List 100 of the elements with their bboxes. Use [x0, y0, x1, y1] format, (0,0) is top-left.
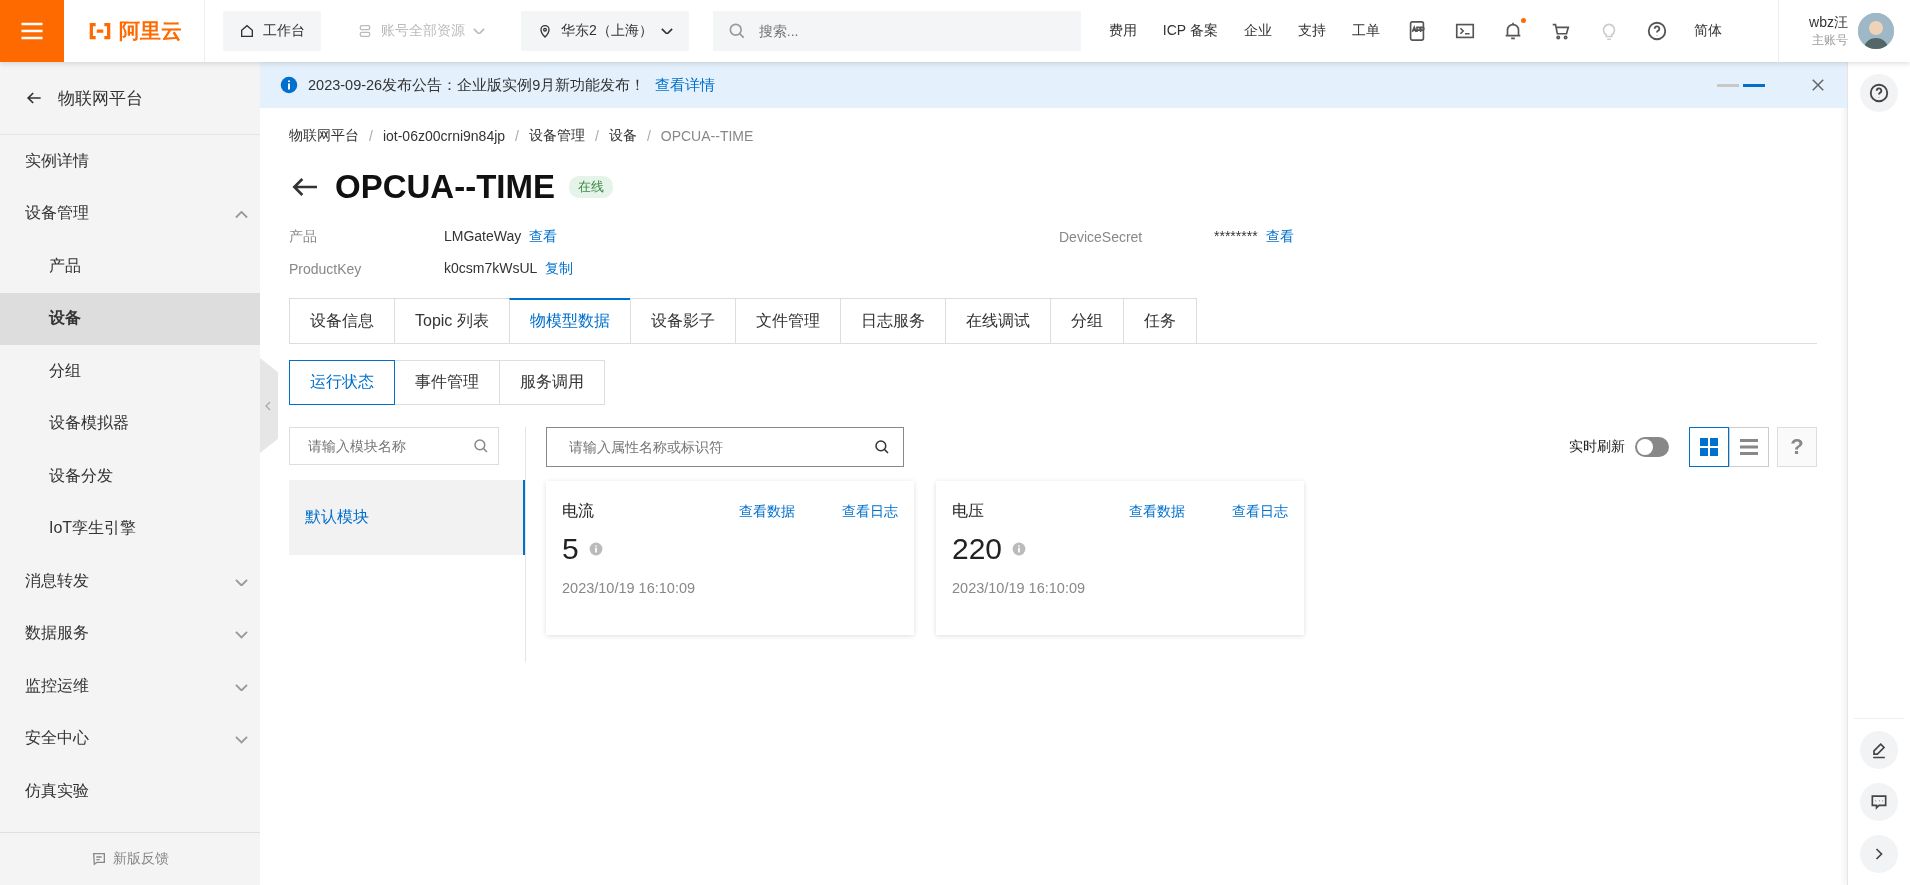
chevron-up-icon [235, 211, 248, 219]
search-field[interactable]: 搜索... [712, 11, 1081, 51]
view-log-link[interactable]: 查看日志 [842, 502, 898, 521]
sub-tab[interactable]: 事件管理 [394, 360, 500, 405]
breadcrumb-link[interactable]: 设备管理 [529, 127, 585, 145]
sidebar-item[interactable]: 实例详情 [0, 135, 260, 188]
sidebar-item[interactable]: 数据服务 [0, 607, 260, 660]
nav-button[interactable]: 华东2（上海） [521, 11, 689, 51]
grid-icon [1699, 437, 1719, 457]
grid-view-button[interactable] [1689, 427, 1729, 467]
menu-button[interactable] [0, 0, 64, 62]
edit-icon[interactable] [1860, 731, 1898, 769]
breadcrumb-link[interactable]: OPCUA--TIME [660, 128, 754, 144]
chevron-down-icon [660, 27, 673, 35]
field-value: LMGateWay [444, 228, 522, 246]
top-link[interactable]: 企业 [1243, 22, 1272, 40]
view-data-link[interactable]: 查看数据 [1129, 502, 1185, 521]
notice-link[interactable]: 查看详情 [655, 75, 716, 95]
sidebar-item[interactable]: 消息转发 [0, 555, 260, 608]
breadcrumb-separator: / [515, 128, 519, 144]
help-icon [1868, 82, 1890, 104]
field-link[interactable]: 查看 [1265, 228, 1294, 246]
language-link[interactable]: 简体 [1693, 22, 1722, 40]
sub-tab[interactable]: 运行状态 [289, 360, 395, 405]
sidebar-item[interactable]: 产品 [0, 240, 260, 293]
page-indicator[interactable] [1743, 83, 1765, 87]
search-icon [472, 437, 490, 455]
field-link[interactable]: 查看 [529, 228, 558, 246]
tab[interactable]: 任务 [1122, 298, 1197, 343]
top-link[interactable]: 支持 [1297, 22, 1326, 40]
nav-button[interactable]: 工作台 [223, 11, 321, 51]
property-search-field[interactable]: 请输入属性名称或标识符 [546, 427, 904, 467]
chevron-down-icon [235, 683, 248, 692]
server-icon [357, 23, 373, 39]
property-name: 电流 [562, 501, 595, 521]
property-timestamp: 2023/10/19 16:10:09 [952, 580, 1087, 596]
breadcrumb-separator: / [646, 128, 651, 144]
breadcrumb-link[interactable]: iot-06z00crni9n84jp [382, 128, 506, 144]
view-data-link[interactable]: 查看数据 [739, 502, 795, 521]
help-button[interactable] [1860, 74, 1898, 112]
sidebar-item[interactable]: 安全中心 [0, 712, 260, 765]
property-value: 220 [952, 532, 1003, 566]
sub-tab[interactable]: 服务调用 [499, 360, 605, 405]
tab[interactable]: 设备信息 [289, 298, 394, 343]
search-input[interactable]: 搜索... [756, 22, 1041, 40]
field-value: k0csm7kWsUL [444, 260, 538, 278]
search-icon [873, 438, 891, 456]
chevron-down-icon [235, 578, 248, 587]
breadcrumb-link[interactable]: 物联网平台 [289, 127, 359, 145]
sidebar-item[interactable]: 仿真实验 [0, 765, 260, 818]
chevron-down-icon [235, 631, 248, 639]
status-tag: 在线 [569, 176, 613, 198]
top-link[interactable]: 工单 [1351, 22, 1380, 40]
realtime-refresh-switch[interactable] [1635, 437, 1669, 457]
tab[interactable]: 物模型数据 [508, 298, 630, 343]
module-item[interactable]: 默认模块 [289, 480, 525, 555]
realtime-refresh-label: 实时刷新 [1569, 438, 1625, 456]
platform-title: 物联网平台 [58, 87, 143, 110]
device-title: OPCUA--TIME [335, 168, 555, 206]
home-icon [239, 23, 255, 39]
property-value: 5 [562, 532, 579, 566]
field-label: ProductKey [289, 261, 363, 277]
field-link[interactable]: 复制 [545, 260, 574, 278]
notice-text: 2023-09-26发布公告：企业版实例9月新功能发布！ [308, 75, 646, 95]
breadcrumb-separator: / [369, 128, 373, 144]
list-view-button[interactable] [1729, 427, 1769, 467]
breadcrumb-separator: / [595, 128, 599, 144]
view-log-link[interactable]: 查看日志 [1232, 502, 1288, 521]
sidebar-item[interactable]: IoT孪生引擎 [0, 502, 260, 555]
tab[interactable]: 分组 [1049, 298, 1123, 343]
tab[interactable]: 文件管理 [734, 298, 840, 343]
sidebar-item[interactable]: 设备管理 [0, 187, 260, 240]
tab[interactable]: 在线调试 [944, 298, 1050, 343]
info-icon [280, 76, 298, 94]
top-link[interactable]: ICP 备案 [1162, 22, 1218, 40]
chat-icon[interactable] [1860, 783, 1898, 821]
sidebar-item[interactable]: 设备分发 [0, 450, 260, 503]
field-value: ******** [1214, 228, 1258, 246]
location-pin-icon [537, 23, 553, 39]
tab[interactable]: 日志服务 [839, 298, 945, 343]
breadcrumb-link[interactable]: 设备 [608, 127, 637, 145]
list-icon [1739, 437, 1759, 457]
top-link[interactable]: 费用 [1108, 22, 1137, 40]
property-name: 电压 [952, 501, 985, 521]
avatar-icon[interactable] [1858, 13, 1894, 49]
feedback-icon [91, 851, 107, 867]
sidebar-item[interactable]: 分组 [0, 345, 260, 398]
field-label: 产品 [289, 228, 318, 246]
sidebar-item[interactable]: 设备模拟器 [0, 397, 260, 450]
sidebar-item[interactable]: 监控运维 [0, 660, 260, 713]
chevron-down-icon [473, 27, 485, 35]
sidebar-item[interactable]: 设备 [0, 292, 260, 345]
chevron-down-icon [235, 736, 248, 744]
user-name[interactable]: wbz汪 [1809, 13, 1848, 31]
tab[interactable]: Topic 列表 [394, 298, 509, 343]
field-label: DeviceSecret [1059, 229, 1144, 245]
module-search-field[interactable]: 请输入模块名称 [289, 427, 499, 465]
tab[interactable]: 设备影子 [629, 298, 735, 343]
property-timestamp: 2023/10/19 16:10:09 [562, 580, 697, 596]
help-icon[interactable] [1645, 20, 1668, 42]
